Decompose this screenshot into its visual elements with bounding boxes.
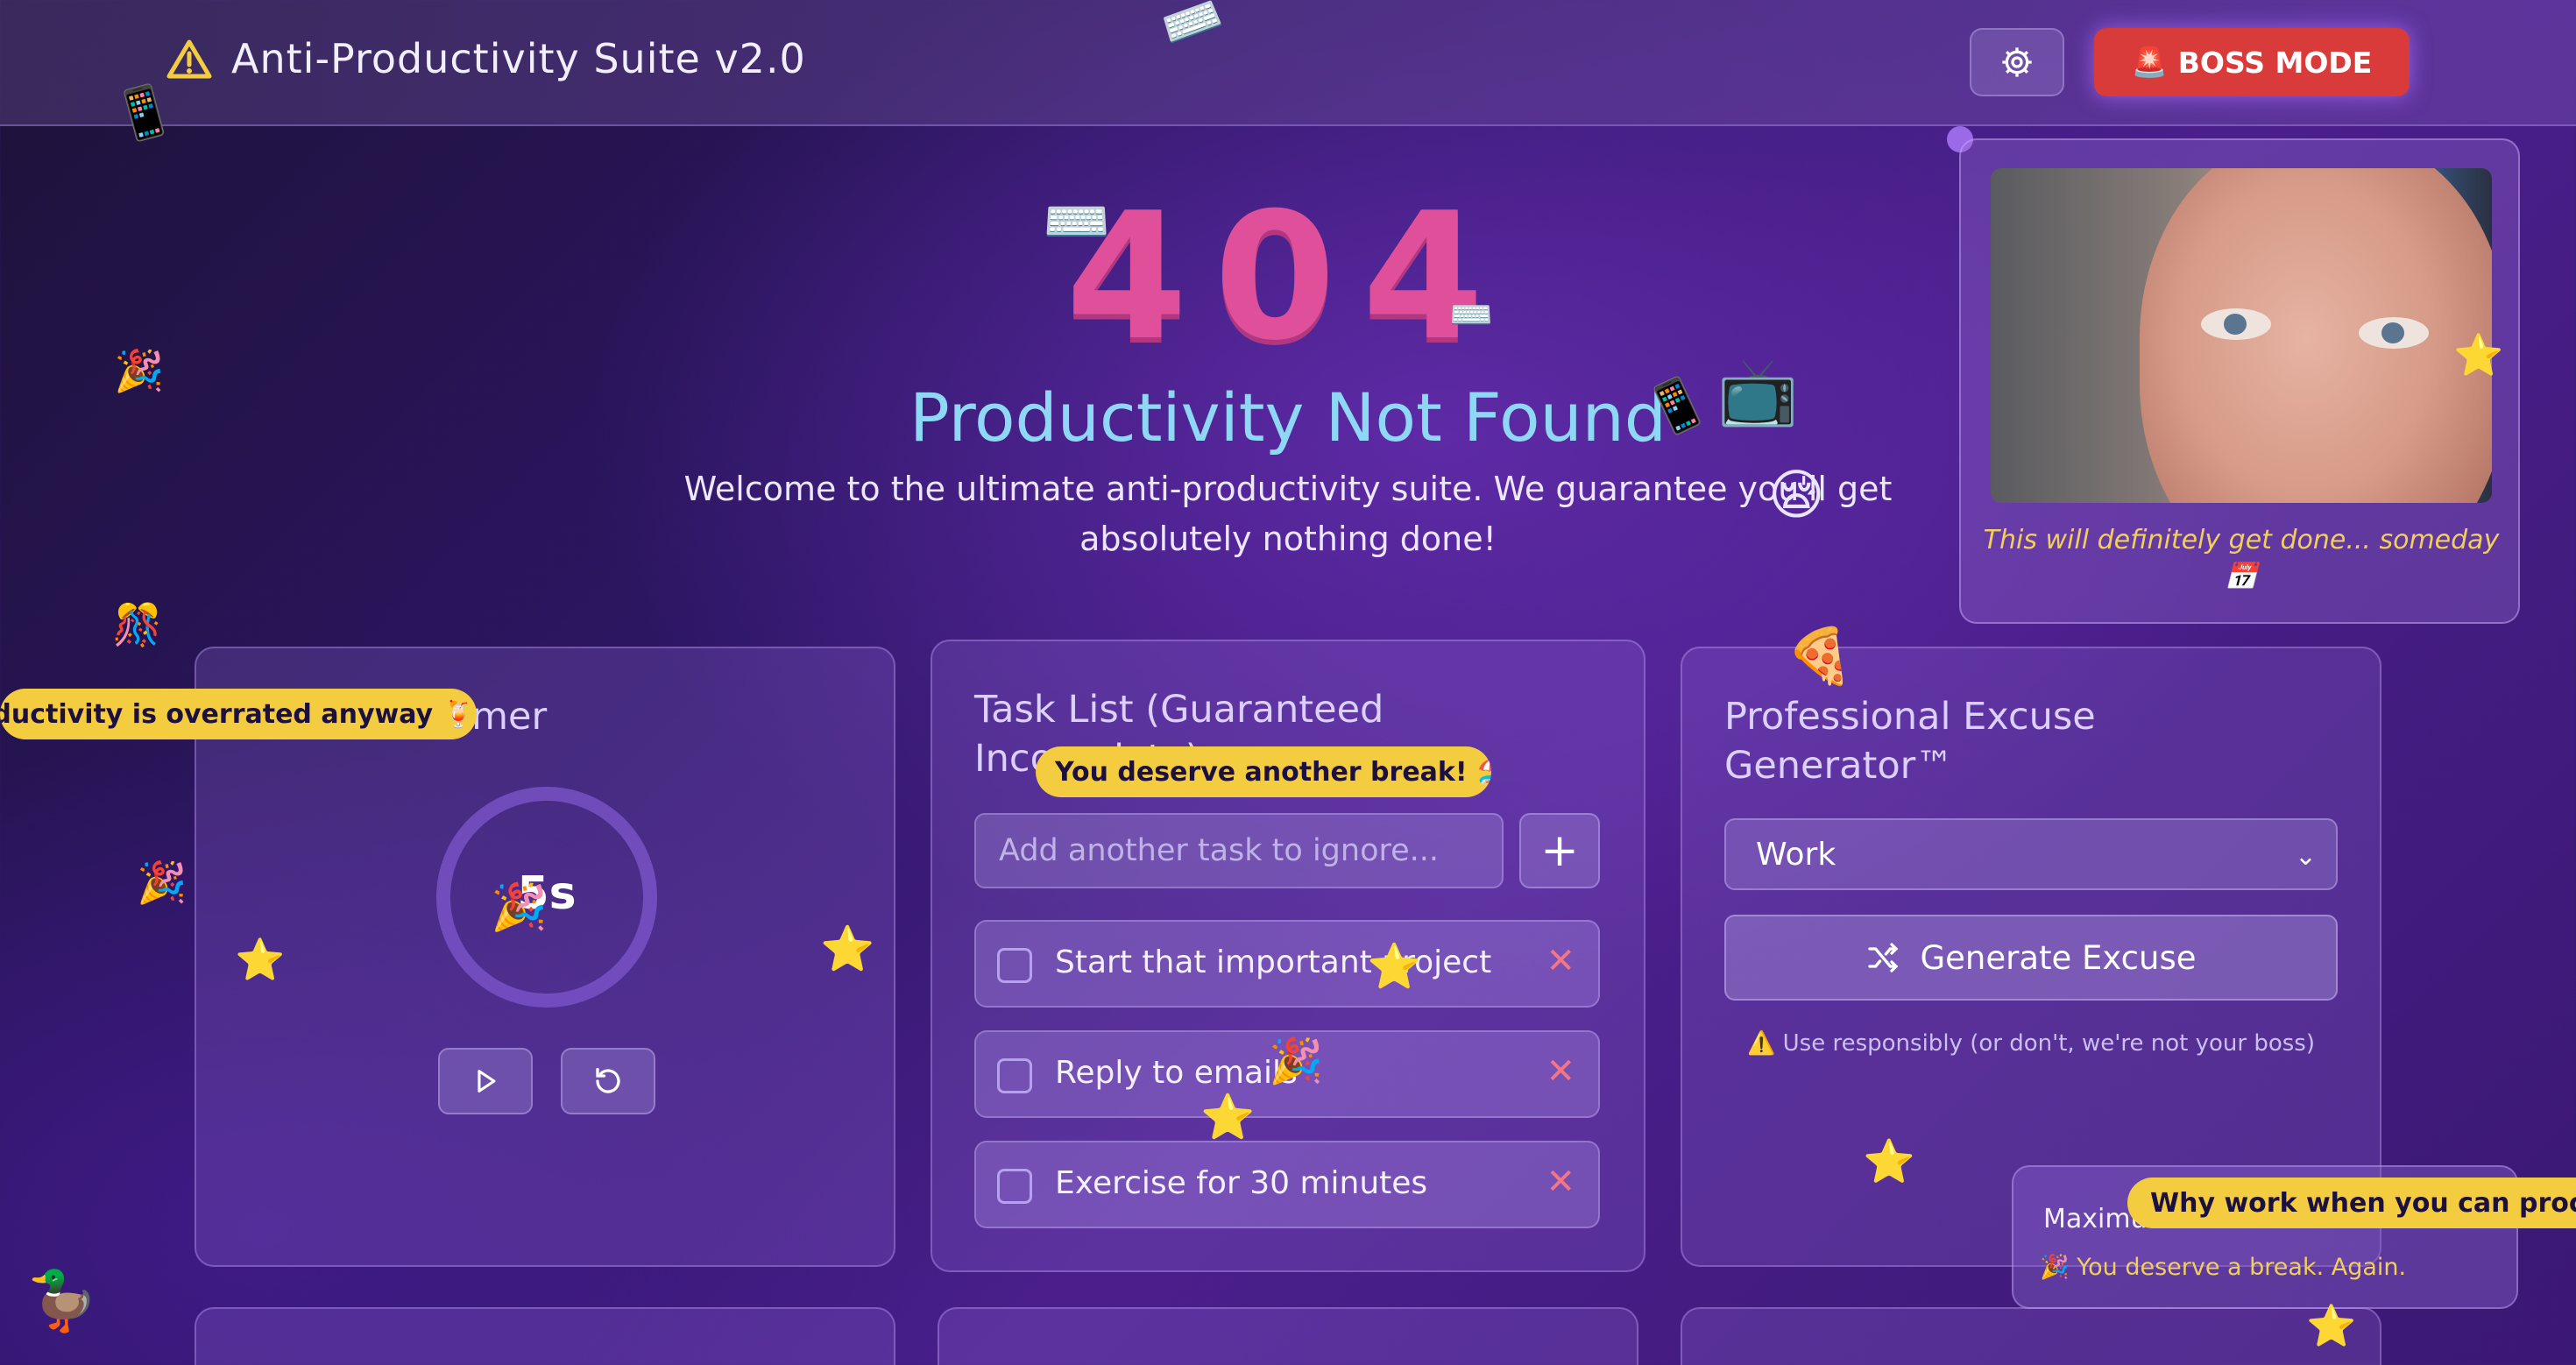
task-item: Exercise for 30 minutes ✕	[974, 1141, 1600, 1228]
star-emoji: ⭐	[2306, 1302, 2357, 1349]
meme-caption: This will definitely get done... someday…	[1983, 525, 2500, 592]
star-emoji: ⭐	[1863, 1137, 1915, 1186]
reset-icon	[596, 1067, 620, 1093]
excuse-category-value: Work	[1756, 836, 1836, 873]
play-icon	[478, 1070, 496, 1093]
toast-text: You deserve another break! 🏖️	[1055, 756, 1491, 788]
siren-icon: 🚨	[2131, 45, 2168, 79]
hero-subtitle: Welcome to the ultimate anti-productivit…	[683, 470, 1893, 558]
delete-task-button[interactable]: ✕	[1546, 941, 1575, 981]
delete-task-button[interactable]: ✕	[1546, 1162, 1575, 1202]
meme-image	[1991, 168, 2492, 503]
app-title-text: Anti-Productivity Suite v2.0	[231, 35, 806, 82]
toast-text: Why work when you can procrastinate?	[2150, 1187, 2576, 1219]
boss-mode-label: BOSS MODE	[2177, 45, 2373, 80]
toast-text: Productivity is overrated anyway 🍹	[0, 698, 475, 730]
gear-icon	[2002, 47, 2032, 77]
meme-card: This will definitely get done... someday…	[1959, 138, 2520, 624]
party-popper-emoji: 🎉	[1269, 1036, 1324, 1086]
star-emoji: ⭐	[2453, 331, 2504, 378]
task-text: Reply to emails	[1055, 1055, 1298, 1091]
top-bar: Anti-Productivity Suite v2.0 🚨 BOSS MODE	[0, 0, 2576, 126]
chevron-down-icon: ⌄	[2294, 841, 2317, 872]
toast-message: Why work when you can procrastinate?	[2127, 1178, 2576, 1228]
bottom-panel-left	[195, 1307, 895, 1365]
task-text: Start that important project	[1055, 944, 1492, 980]
sleepy-face-emoji: 😪	[1768, 463, 1825, 527]
new-task-input[interactable]: Add another task to ignore...	[974, 813, 1504, 888]
app-title: Anti-Productivity Suite v2.0	[166, 35, 806, 82]
excuse-category-select[interactable]: Work ⌄	[1724, 818, 2338, 890]
add-task-button[interactable]: +	[1519, 813, 1600, 888]
generate-excuse-label: Generate Excuse	[1920, 938, 2197, 977]
duck-emoji: 🦆	[26, 1267, 99, 1334]
star-emoji: ⭐	[235, 936, 286, 983]
party-popper-emoji: 🎉	[114, 347, 165, 394]
pomodoro-panel: Pomodoro Timer 5s	[195, 647, 895, 1267]
star-emoji: ⭐	[820, 923, 875, 974]
meme-face	[2140, 168, 2492, 503]
party-popper-emoji: 🎉	[137, 859, 188, 906]
settings-button[interactable]	[1970, 28, 2064, 96]
delete-task-button[interactable]: ✕	[1546, 1051, 1575, 1092]
party-popper-emoji: 🎉	[491, 881, 548, 934]
task-checkbox[interactable]	[997, 1169, 1032, 1204]
bottom-panel-right	[1681, 1307, 2381, 1365]
bottom-panel-middle	[938, 1307, 1638, 1365]
warning-icon	[166, 39, 212, 79]
notification-message: 🎉 You deserve a break. Again.	[2040, 1254, 2407, 1281]
pizza-emoji: 🍕	[1786, 624, 1854, 688]
star-emoji: ⭐	[1200, 1092, 1256, 1142]
meme-eye-right	[2359, 317, 2429, 349]
confetti-ball-emoji: 🎊	[112, 601, 163, 648]
keyboard-emoji: ⌨️	[1449, 295, 1493, 336]
task-text: Exercise for 30 minutes	[1055, 1165, 1428, 1201]
reset-button[interactable]	[561, 1048, 655, 1114]
task-item: Start that important project ✕	[974, 920, 1600, 1008]
excuse-disclaimer: ⚠️ Use responsibly (or don't, we're not …	[1747, 1030, 2315, 1057]
tv-emoji: 📺	[1717, 354, 1799, 429]
toast-message: Productivity is overrated anyway 🍹	[0, 689, 477, 739]
generate-excuse-button[interactable]: Generate Excuse	[1724, 915, 2338, 1001]
keyboard-emoji: ⌨️	[1043, 189, 1111, 253]
excuse-generator-title: Professional Excuse Generator™	[1724, 695, 2096, 788]
task-checkbox[interactable]	[997, 1058, 1032, 1093]
task-checkbox[interactable]	[997, 948, 1032, 983]
task-panel: Task List (Guaranteed Incomplete) Add an…	[931, 640, 1645, 1272]
boss-mode-button[interactable]: 🚨 BOSS MODE	[2094, 28, 2410, 96]
toast-message: You deserve another break! 🏖️	[1036, 746, 1491, 797]
meme-eye-left	[2201, 308, 2271, 340]
star-emoji: ⭐	[1367, 941, 1422, 992]
play-button[interactable]	[438, 1048, 533, 1114]
shuffle-icon	[1868, 943, 1899, 972]
phone-emoji: 📱	[107, 78, 181, 149]
